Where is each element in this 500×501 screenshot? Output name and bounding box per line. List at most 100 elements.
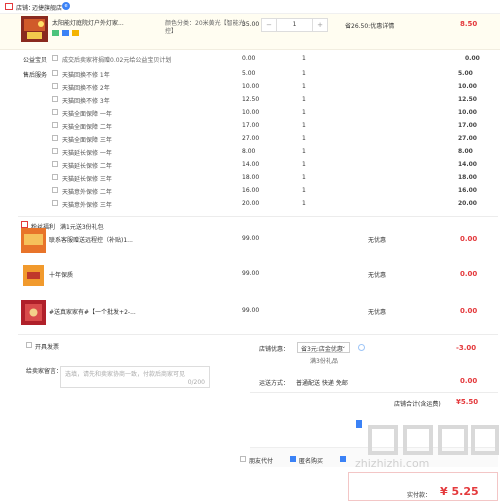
gift-subtotal: 0.00 [460, 270, 478, 278]
service-price: 10.00 [242, 83, 260, 90]
product-service-icons [52, 30, 80, 38]
service-price: 5.00 [242, 70, 256, 77]
service-checkbox[interactable] [52, 187, 58, 193]
service-qty: 1 [302, 200, 306, 207]
gift-title-link[interactable]: #送真家家有#【一个批发+2-... [49, 307, 136, 316]
service-price: 20.00 [242, 200, 260, 207]
service-checkbox[interactable] [52, 109, 58, 115]
service-name: 天猫回换不修 3年 [62, 98, 110, 105]
service-name: 天猫回换不修 2年 [62, 85, 110, 92]
service-price: 10.00 [242, 109, 260, 116]
qty-minus-button[interactable]: − [262, 19, 277, 31]
message-placeholder: 选填，请先和卖家协商一致，付款后商家可见 [65, 371, 186, 378]
delivery-value: 普通配送 快递 免邮 [296, 380, 348, 387]
shop-header [0, 0, 500, 14]
quantity-stepper[interactable]: − 1 + [261, 18, 328, 32]
shop-icon [5, 3, 13, 10]
service-checkbox[interactable] [52, 161, 58, 167]
service-subtotal: 14.00 [458, 161, 477, 168]
service-name: 天猫意外保修 三年 [62, 202, 112, 209]
service-subtotal: 18.00 [458, 174, 477, 181]
service-subtotal: 20.00 [458, 200, 477, 207]
service-name: 天猫意外保修 二年 [62, 189, 112, 196]
message-textarea[interactable]: 选填，请先和卖家协商一致，付款后商家可见 0/200 [60, 366, 210, 388]
pay-label: 实付款： [407, 492, 432, 499]
qty-value[interactable]: 1 [277, 19, 312, 31]
service-qty: 1 [302, 122, 306, 129]
service-price: 8.00 [242, 148, 256, 155]
service-name: 天猫全面保障 一年 [62, 111, 112, 118]
service-checkbox[interactable] [52, 96, 58, 102]
shop-name-link[interactable]: 迈捷旗舰店 [32, 3, 62, 12]
service-name: 天猫延长保修 一年 [62, 150, 112, 157]
watermark-graphic: zhizhizhi.com [355, 425, 499, 469]
anonymous-checkbox[interactable] [290, 456, 296, 462]
service-qty: 1 [302, 187, 306, 194]
product-thumbnail[interactable] [21, 16, 48, 42]
service-subtotal: 17.00 [458, 122, 477, 129]
info-icon[interactable] [358, 344, 365, 351]
item-subtotal: 8.50 [460, 20, 478, 28]
invoice-checkbox[interactable] [26, 342, 32, 348]
shop-total-label: 店铺合计(含运费) [394, 401, 441, 408]
card-icon [71, 30, 79, 36]
delivery-amount: 0.00 [460, 377, 478, 385]
service-checkbox[interactable] [52, 70, 58, 76]
gift-thumbnail[interactable] [21, 228, 46, 253]
gift-subtotal: 0.00 [460, 235, 478, 243]
service-name: 天猫延长保修 三年 [62, 176, 112, 183]
discount-detail-link[interactable]: 省26.50:优惠详情 [345, 21, 394, 30]
product-title-link[interactable]: 太阳能灯庭院灯户外灯家... [52, 20, 162, 28]
service-checkbox[interactable] [52, 122, 58, 128]
service-checkbox[interactable] [52, 83, 58, 89]
service-subtotal: 16.00 [458, 187, 477, 194]
gift-title-link[interactable]: 联系客服赠送远程控（补贴)1... [49, 235, 133, 244]
service-subtotal: 27.00 [458, 135, 477, 142]
service-name: 天猫全面保障 二年 [62, 124, 112, 131]
gift-icon [21, 221, 28, 228]
invoice-label: 开具发票 [35, 344, 60, 351]
service-checkbox[interactable] [52, 148, 58, 154]
service-qty: 1 [302, 174, 306, 181]
service-name: 天猫全面保障 三年 [62, 137, 112, 144]
shop-discount-selected: 省3元:店金优惠 [301, 346, 343, 353]
service-checkbox[interactable] [52, 174, 58, 180]
service-qty: 1 [302, 161, 306, 168]
service-checkbox[interactable] [52, 200, 58, 206]
charity-price: 0.00 [242, 55, 256, 62]
gift-subtotal: 0.00 [460, 307, 478, 315]
shop-discount-sub: 满3份礼品 [310, 358, 338, 365]
service-price: 27.00 [242, 135, 260, 142]
message-counter: 0/200 [187, 379, 205, 386]
qty-plus-button[interactable]: + [312, 19, 327, 31]
service-price: 17.00 [242, 122, 260, 129]
service-qty: 1 [302, 135, 306, 142]
service-name: 天猫延长保修 二年 [62, 163, 112, 170]
gift-price: 99.00 [242, 235, 260, 242]
pay-amount: ¥ 5.25 [440, 485, 479, 498]
service-qty: 1 [302, 70, 306, 77]
charity-label: 公益宝贝 [23, 57, 48, 64]
unit-price: 35.00 [242, 21, 260, 28]
shop-discount-select[interactable]: 省3元:店金优惠 ⌄ [297, 342, 350, 353]
extra-checkbox[interactable] [340, 456, 346, 462]
service-checkbox[interactable] [52, 135, 58, 141]
charity-text: 成交后卖家将捐赠0.02元给公益宝贝计划 [62, 57, 172, 64]
gift-discount: 无优惠 [368, 237, 387, 244]
service-price: 16.00 [242, 187, 260, 194]
gift-header-text: 满1元送3份礼包 [60, 224, 104, 231]
seven-day-return-icon [52, 30, 59, 36]
charity-subtotal: 0.00 [465, 55, 480, 62]
service-qty: 1 [302, 109, 306, 116]
gift-thumbnail[interactable] [21, 263, 46, 288]
gift-discount: 无优惠 [368, 309, 387, 316]
anonymous-label: 匿名购买 [299, 458, 324, 465]
shop-discount-amount: -3.00 [456, 344, 477, 352]
charity-qty: 1 [302, 55, 306, 62]
friend-pay-checkbox[interactable] [240, 456, 246, 462]
gift-thumbnail[interactable] [21, 300, 46, 325]
shop-discount-label: 店铺优惠： [259, 346, 290, 353]
charity-checkbox[interactable] [52, 55, 58, 61]
gift-title-link[interactable]: 十年保质 [49, 270, 73, 279]
wangwang-chat-icon[interactable]: e [62, 2, 70, 10]
